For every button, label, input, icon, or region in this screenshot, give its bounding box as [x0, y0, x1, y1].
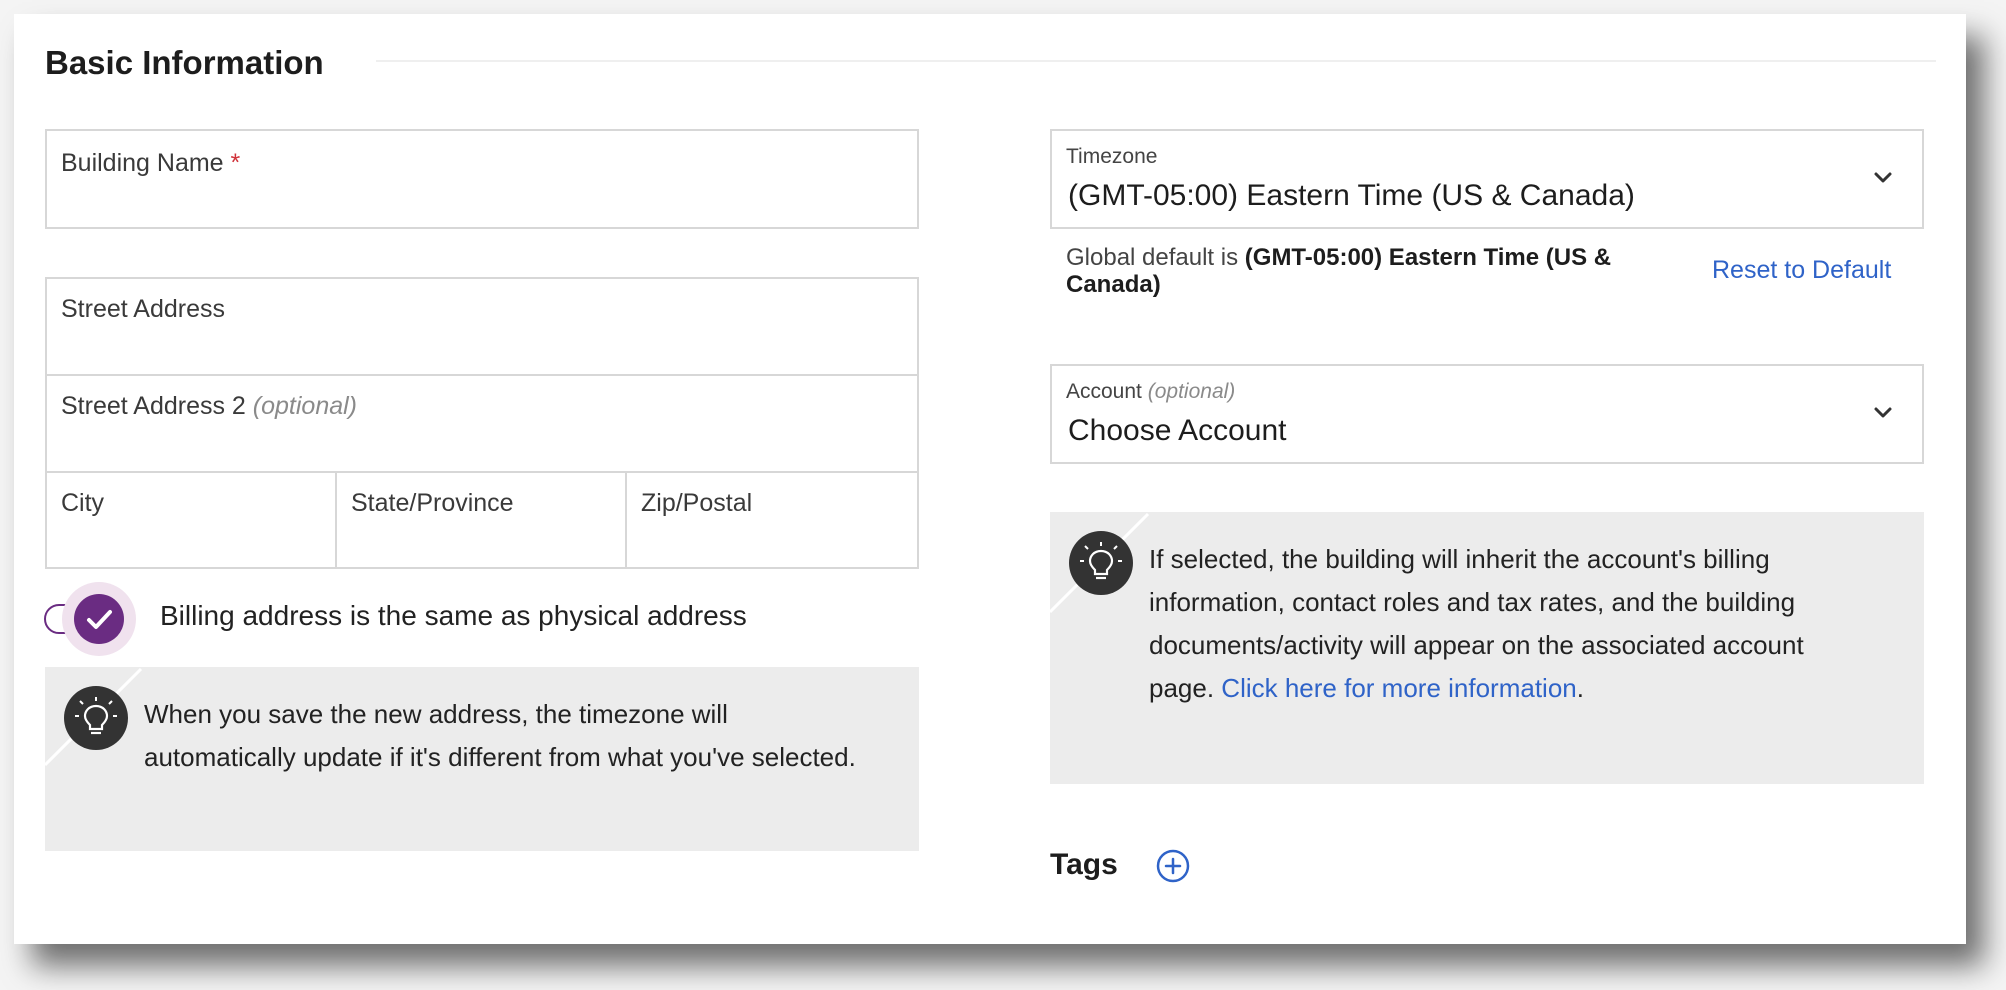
- zip-postal-label: Zip/Postal: [641, 489, 753, 517]
- section-title: Basic Information: [45, 44, 324, 81]
- add-tag-plus-icon[interactable]: [1155, 848, 1191, 884]
- city-input[interactable]: City: [47, 473, 335, 567]
- timezone-label: Timezone: [1066, 145, 1158, 168]
- timezone-update-tip: When you save the new address, the timez…: [45, 667, 919, 851]
- chevron-down-icon: [1874, 407, 1892, 418]
- zip-postal-input[interactable]: Zip/Postal: [627, 473, 917, 567]
- checkmark-icon: [87, 610, 112, 629]
- street-address-input[interactable]: Street Address: [47, 279, 917, 374]
- tip-text: When you save the new address, the timez…: [144, 699, 856, 772]
- street-address-2-input[interactable]: Street Address 2 (optional): [47, 376, 917, 471]
- tags-label: Tags: [1050, 848, 1118, 881]
- account-select[interactable]: Account (optional) Choose Account: [1050, 364, 1924, 464]
- required-marker: *: [230, 149, 241, 177]
- city-label: City: [61, 489, 105, 517]
- chevron-down-icon: [1874, 172, 1892, 183]
- reset-to-default-link[interactable]: Reset to Default: [1712, 256, 1891, 285]
- building-name-field[interactable]: Building Name *: [45, 129, 919, 229]
- billing-toggle-label: Billing address is the same as physical …: [160, 600, 747, 631]
- building-name-label: Building Name *: [61, 149, 241, 177]
- tip-text: If selected, the building will inherit t…: [1149, 544, 1804, 703]
- more-information-link[interactable]: Click here for more information: [1221, 673, 1576, 703]
- toggle-knob: [74, 594, 124, 644]
- state-province-input[interactable]: State/Province: [337, 473, 625, 567]
- street-address-2-label: Street Address 2 (optional): [61, 392, 358, 420]
- account-value: Choose Account: [1068, 414, 1287, 447]
- lightbulb-icon: [64, 686, 128, 750]
- state-province-label: State/Province: [351, 489, 514, 517]
- account-label: Account (optional): [1066, 380, 1236, 403]
- lightbulb-icon: [1069, 531, 1133, 595]
- timezone-value: (GMT-05:00) Eastern Time (US & Canada): [1068, 179, 1635, 212]
- billing-same-toggle[interactable]: [40, 582, 140, 656]
- global-default-note: Global default is (GMT-05:00) Eastern Ti…: [1066, 244, 1612, 298]
- timezone-select[interactable]: Timezone (GMT-05:00) Eastern Time (US & …: [1050, 129, 1924, 229]
- account-inherit-tip: If selected, the building will inherit t…: [1050, 512, 1924, 784]
- street-address-label: Street Address: [61, 295, 225, 323]
- section-divider: [376, 60, 1936, 62]
